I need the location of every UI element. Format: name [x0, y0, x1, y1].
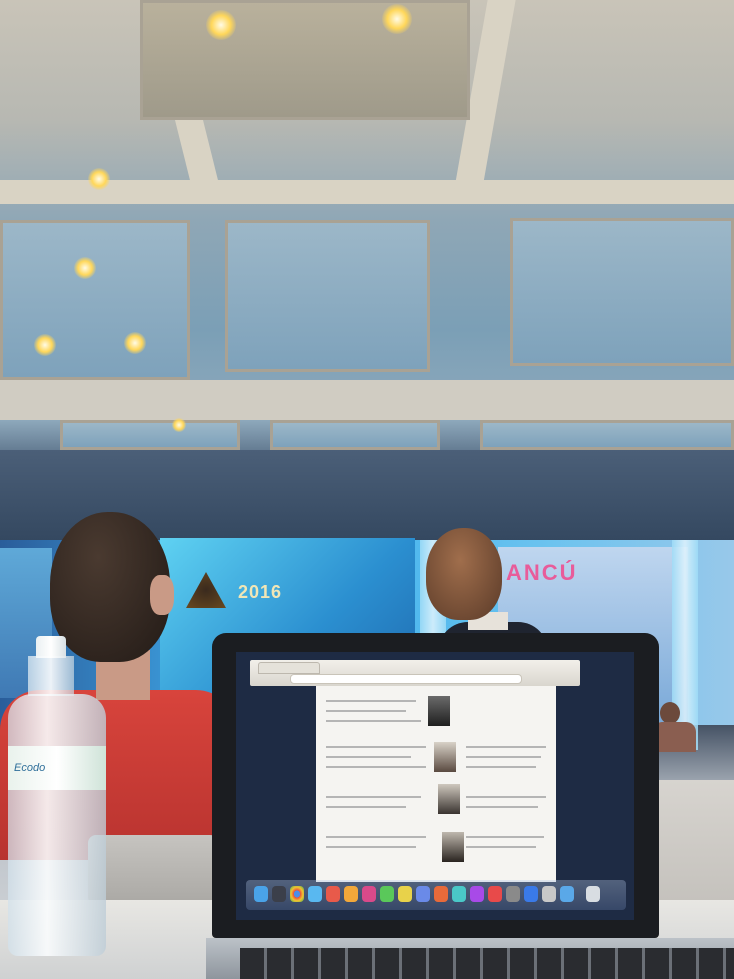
- app-icon[interactable]: [380, 886, 394, 902]
- text-line: [326, 796, 421, 798]
- ceiling-light: [88, 168, 110, 190]
- water-bottle: Ecodo: [2, 636, 112, 956]
- safari-icon[interactable]: [308, 886, 322, 902]
- app-icon[interactable]: [542, 886, 556, 902]
- text-line: [326, 766, 426, 768]
- ceiling-panel: [270, 420, 440, 450]
- text-line: [466, 806, 538, 808]
- app-icon[interactable]: [434, 886, 448, 902]
- bottle-body: [8, 694, 106, 956]
- laptop-keyboard: [240, 948, 734, 979]
- ceiling-panel: [60, 420, 240, 450]
- text-line: [466, 836, 544, 838]
- text-line: [326, 846, 416, 848]
- audience-head: [660, 702, 680, 724]
- text-line: [326, 836, 426, 838]
- app-icon[interactable]: [488, 886, 502, 902]
- text-line: [466, 746, 546, 748]
- app-icon[interactable]: [506, 886, 520, 902]
- app-icon[interactable]: [560, 886, 574, 902]
- ceiling-panel: [140, 0, 470, 120]
- portrait-thumbnail[interactable]: [442, 832, 464, 862]
- portrait-thumbnail[interactable]: [428, 696, 450, 726]
- text-line: [326, 720, 421, 722]
- text-line: [326, 700, 416, 702]
- text-line: [466, 766, 536, 768]
- ceiling-panel: [510, 218, 734, 366]
- ceiling-light: [124, 332, 146, 354]
- ceiling-panel: [225, 220, 430, 372]
- ceiling-beam: [0, 180, 734, 204]
- text-line: [326, 806, 406, 808]
- bottle-cap: [36, 636, 66, 658]
- ceiling-beam: [0, 380, 734, 420]
- ceiling-panel: [0, 220, 190, 380]
- stage-right-banner-text: ANCÚ: [506, 560, 578, 585]
- ceiling-light: [206, 10, 236, 40]
- ceiling-light: [74, 257, 96, 279]
- person-left-ear: [150, 575, 174, 615]
- ceiling-light: [34, 334, 56, 356]
- app-icon[interactable]: [362, 886, 376, 902]
- app-icon[interactable]: [344, 886, 358, 902]
- bottle-label-text: Ecodo: [14, 762, 46, 774]
- chrome-icon[interactable]: [290, 886, 304, 902]
- macos-dock[interactable]: [246, 880, 626, 910]
- ceiling-light: [382, 4, 412, 34]
- laptop-screen: [236, 652, 634, 920]
- stage-banner-text: 2016: [238, 582, 283, 602]
- portrait-thumbnail[interactable]: [434, 742, 456, 772]
- text-line: [466, 846, 536, 848]
- text-line: [466, 796, 546, 798]
- text-line: [326, 746, 426, 748]
- app-icon[interactable]: [416, 886, 430, 902]
- ceiling-panel: [480, 420, 734, 450]
- app-icon[interactable]: [524, 886, 538, 902]
- app-icon[interactable]: [470, 886, 484, 902]
- finder-icon[interactable]: [254, 886, 268, 902]
- text-line: [326, 710, 406, 712]
- text-line: [466, 756, 541, 758]
- text-line: [326, 756, 411, 758]
- app-icon[interactable]: [398, 886, 412, 902]
- browser-toolbar[interactable]: [250, 660, 580, 686]
- ceiling-light: [172, 418, 186, 432]
- app-icon[interactable]: [326, 886, 340, 902]
- person-right-head: [426, 528, 502, 620]
- browser-tab[interactable]: [258, 662, 320, 674]
- portrait-thumbnail[interactable]: [438, 784, 460, 814]
- conference-hall-photo: 2016 ANCÚ Ecodo: [0, 0, 734, 979]
- browser-address-bar[interactable]: [290, 674, 522, 684]
- bottle-neck: [28, 656, 74, 696]
- dashboard-icon[interactable]: [272, 886, 286, 902]
- trash-icon[interactable]: [586, 886, 600, 902]
- app-icon[interactable]: [452, 886, 466, 902]
- web-page-document: [316, 686, 556, 882]
